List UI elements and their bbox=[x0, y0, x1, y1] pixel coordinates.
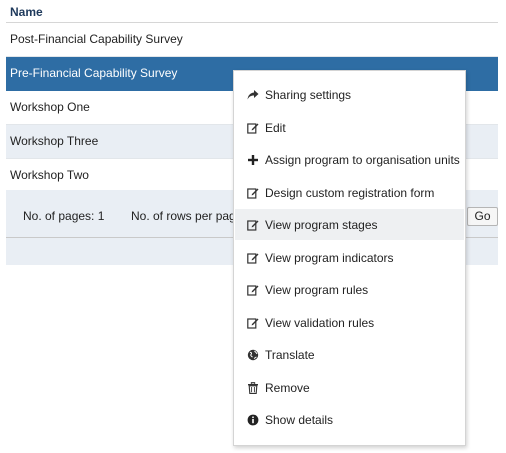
menu-item-sharing-settings[interactable]: Sharing settings bbox=[235, 79, 464, 110]
rows-per-page-label: No. of rows per page: bbox=[131, 209, 246, 223]
edit-icon bbox=[247, 187, 259, 199]
page-count-label: No. of pages: 1 bbox=[23, 209, 105, 223]
trash-icon bbox=[247, 381, 259, 394]
menu-item-assign-org-units[interactable]: Assign program to organisation units bbox=[235, 144, 464, 175]
edit-icon bbox=[247, 284, 259, 296]
edit-icon bbox=[247, 317, 259, 329]
column-header-name[interactable]: Name bbox=[6, 0, 498, 23]
menu-item-label: Edit bbox=[265, 120, 286, 135]
edit-icon bbox=[247, 252, 259, 264]
globe-icon bbox=[247, 349, 259, 361]
menu-item-label: Show details bbox=[265, 412, 334, 427]
menu-item-view-program-indicators[interactable]: View program indicators bbox=[235, 242, 464, 273]
edit-icon bbox=[247, 122, 259, 134]
context-menu: Sharing settings Edit Assign program to … bbox=[233, 70, 466, 446]
menu-item-label: View validation rules bbox=[265, 315, 375, 330]
menu-item-view-program-stages[interactable]: View program stages bbox=[235, 209, 464, 240]
menu-item-design-registration-form[interactable]: Design custom registration form bbox=[235, 177, 464, 208]
menu-item-view-program-rules[interactable]: View program rules bbox=[235, 274, 464, 305]
menu-item-label: Sharing settings bbox=[265, 87, 352, 102]
menu-item-show-details[interactable]: Show details bbox=[235, 404, 464, 435]
menu-item-label: Design custom registration form bbox=[265, 185, 435, 200]
info-icon bbox=[247, 414, 259, 426]
table-row[interactable]: Post-Financial Capability Survey bbox=[6, 23, 498, 57]
menu-item-remove[interactable]: Remove bbox=[235, 372, 464, 403]
menu-item-edit[interactable]: Edit bbox=[235, 112, 464, 143]
menu-item-translate[interactable]: Translate bbox=[235, 339, 464, 370]
menu-item-label: Remove bbox=[265, 380, 310, 395]
plus-icon bbox=[247, 154, 259, 166]
share-icon bbox=[247, 89, 259, 101]
menu-item-view-validation-rules[interactable]: View validation rules bbox=[235, 307, 464, 338]
edit-icon bbox=[247, 219, 259, 231]
go-button[interactable]: Go bbox=[467, 207, 498, 226]
menu-item-label: Assign program to organisation units bbox=[265, 152, 460, 167]
menu-item-label: Translate bbox=[265, 347, 315, 362]
menu-item-label: View program rules bbox=[265, 282, 369, 297]
menu-item-label: View program stages bbox=[265, 217, 378, 232]
menu-item-label: View program indicators bbox=[265, 250, 394, 265]
